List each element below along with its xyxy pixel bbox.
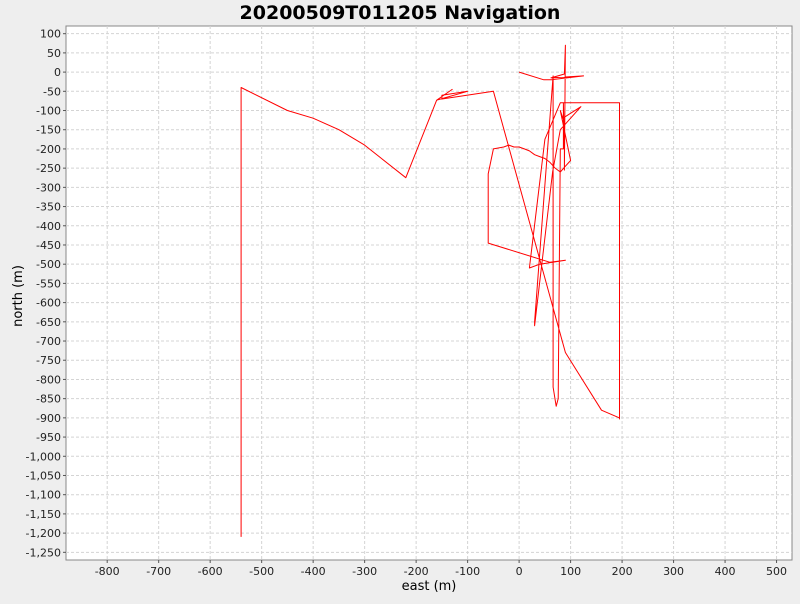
x-tick-label: 200: [612, 565, 633, 578]
x-tick-label: -200: [404, 565, 429, 578]
y-tick-label: -550: [36, 277, 61, 290]
y-tick-label: -1,000: [26, 450, 61, 463]
y-tick-label: -1,050: [26, 469, 61, 482]
y-tick-label: -350: [36, 201, 61, 214]
navigation-chart: -800 -700 -600 -500 -400 -300 -200 -100 0 100 200 3…: [0, 0, 800, 600]
y-axis-label: north (m): [11, 265, 26, 327]
y-tick-label: -650: [36, 316, 61, 329]
y-tick-label: -1,100: [26, 489, 61, 502]
y-tick-label: -150: [36, 124, 61, 137]
x-tick-label: 300: [663, 565, 684, 578]
x-tick-label: 500: [766, 565, 787, 578]
x-tick-label: -500: [249, 565, 274, 578]
y-tick-label: -400: [36, 220, 61, 233]
y-tick-label: -450: [36, 239, 61, 252]
y-tick-label: -1,250: [26, 546, 61, 559]
y-tick-label: -600: [36, 297, 61, 310]
chart-title: 20200509T011205 Navigation: [240, 2, 561, 24]
x-tick-label: 0: [516, 565, 523, 578]
x-tick-label: -800: [95, 565, 120, 578]
x-tick-label: -400: [301, 565, 326, 578]
x-tick-label: 100: [560, 565, 581, 578]
y-tick-label: -950: [36, 431, 61, 444]
y-tick-label: -1,150: [26, 508, 61, 521]
x-tick-label: 400: [715, 565, 736, 578]
y-tick-label: -800: [36, 373, 61, 386]
x-axis-label: east (m): [402, 579, 457, 594]
y-tick-label: -900: [36, 412, 61, 425]
y-tick-label: -300: [36, 181, 61, 194]
plot-area: [65, 25, 793, 561]
y-tick-label: -700: [36, 335, 61, 348]
y-tick-label: -1,200: [26, 527, 61, 540]
x-tick-label: -600: [198, 565, 223, 578]
y-tick-label: 50: [47, 47, 61, 60]
x-tick-label: -100: [455, 565, 480, 578]
y-tick-label: 100: [40, 28, 61, 41]
y-tick-label: -500: [36, 258, 61, 271]
y-tick-label: -50: [43, 85, 61, 98]
y-tick-label: 0: [54, 66, 61, 79]
x-tick-label: -300: [352, 565, 377, 578]
y-tick-label: -100: [36, 105, 61, 118]
y-tick-label: -750: [36, 354, 61, 367]
y-tick-label: -850: [36, 393, 61, 406]
y-tick-label: -250: [36, 162, 61, 175]
x-tick-label: -700: [146, 565, 171, 578]
y-tick-label: -200: [36, 143, 61, 156]
chart-svg: -800 -700 -600 -500 -400 -300 -200 -100 0 100 200 3…: [0, 0, 800, 600]
